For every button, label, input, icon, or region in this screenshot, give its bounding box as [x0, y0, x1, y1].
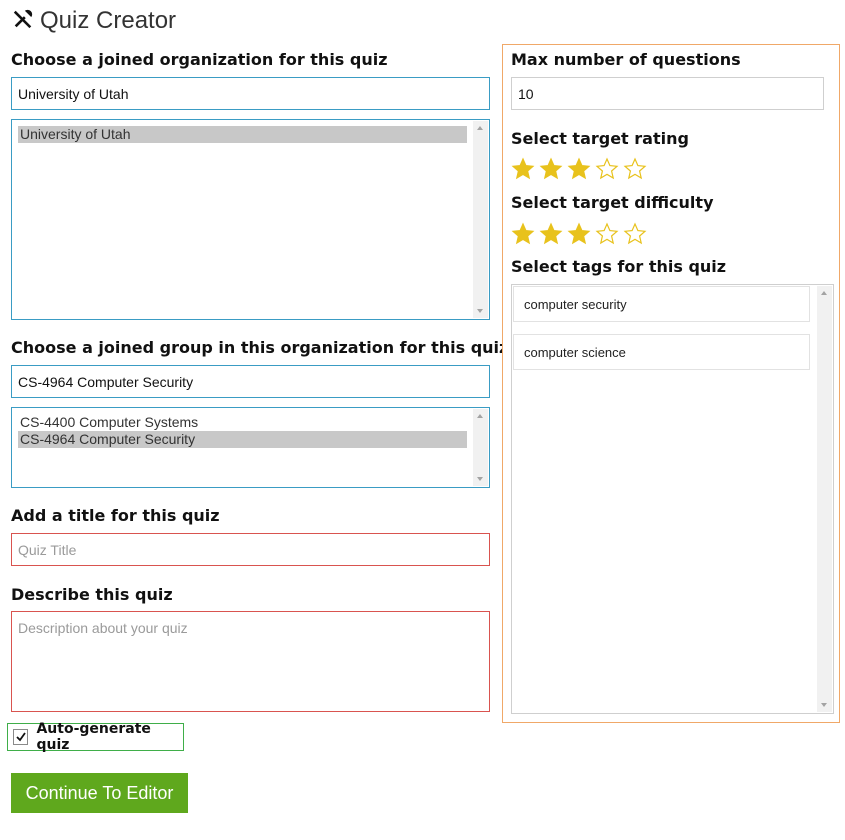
organization-scrollbar[interactable]	[473, 121, 488, 318]
continue-to-editor-button[interactable]: Continue To Editor	[11, 773, 188, 813]
tag-option[interactable]: computer security	[513, 286, 810, 322]
star-filled-icon[interactable]	[511, 222, 535, 246]
quiz-title-input[interactable]: Quiz Title	[11, 533, 490, 566]
page-title: Quiz Creator	[40, 7, 177, 34]
quiz-title-placeholder: Quiz Title	[18, 541, 77, 558]
difficulty-label: Select target difficulty	[511, 193, 714, 212]
scroll-down-icon[interactable]	[477, 309, 483, 313]
max-questions-input[interactable]: 10	[511, 77, 824, 110]
star-empty-icon[interactable]	[595, 222, 619, 246]
organization-label: Choose a joined organization for this qu…	[11, 50, 388, 69]
star-empty-icon[interactable]	[623, 222, 647, 246]
group-label: Choose a joined group in this organizati…	[11, 338, 509, 357]
scroll-up-icon[interactable]	[477, 414, 483, 418]
scroll-up-icon[interactable]	[821, 291, 827, 295]
tag-option[interactable]: computer science	[513, 334, 810, 370]
star-filled-icon[interactable]	[539, 157, 563, 181]
star-filled-icon[interactable]	[567, 157, 591, 181]
difficulty-stars[interactable]	[511, 222, 647, 246]
star-empty-icon[interactable]	[595, 157, 619, 181]
organization-input[interactable]: University of Utah	[11, 77, 490, 110]
description-textarea[interactable]: Description about your quiz	[11, 611, 490, 712]
group-input[interactable]: CS-4964 Computer Security	[11, 365, 490, 398]
tags-label: Select tags for this quiz	[511, 257, 727, 276]
star-empty-icon[interactable]	[623, 157, 647, 181]
rating-stars[interactable]	[511, 157, 647, 181]
group-scrollbar[interactable]	[473, 409, 488, 486]
list-option[interactable]: University of Utah	[18, 126, 467, 143]
group-options: CS-4400 Computer Systems CS-4964 Computer…	[18, 414, 467, 448]
tools-icon	[12, 8, 34, 34]
list-option[interactable]: CS-4964 Computer Security	[18, 431, 467, 448]
scroll-down-icon[interactable]	[821, 703, 827, 707]
organization-options: University of Utah	[18, 126, 467, 143]
organization-listbox[interactable]: University of Utah	[11, 119, 490, 320]
star-filled-icon[interactable]	[567, 222, 591, 246]
max-questions-label: Max number of questions	[511, 50, 741, 69]
scroll-down-icon[interactable]	[477, 477, 483, 481]
group-listbox[interactable]: CS-4400 Computer Systems CS-4964 Computer…	[11, 407, 490, 488]
rating-label: Select target rating	[511, 129, 689, 148]
auto-generate-label: Auto-generate quiz	[36, 721, 151, 753]
auto-generate-checkbox[interactable]	[13, 729, 29, 745]
checkmark-icon	[16, 732, 26, 742]
star-filled-icon[interactable]	[539, 222, 563, 246]
page-header: Quiz Creator	[12, 6, 176, 36]
quiz-title-label: Add a title for this quiz	[11, 506, 220, 525]
auto-generate-toggle[interactable]: Auto-generate quiz	[7, 721, 184, 753]
tags-listbox[interactable]: computer security computer science	[511, 284, 834, 714]
list-option[interactable]: CS-4400 Computer Systems	[18, 414, 467, 431]
star-filled-icon[interactable]	[511, 157, 535, 181]
description-label: Describe this quiz	[11, 585, 173, 604]
description-placeholder: Description about your quiz	[18, 620, 188, 636]
scroll-up-icon[interactable]	[477, 126, 483, 130]
tags-scrollbar[interactable]	[817, 286, 832, 712]
